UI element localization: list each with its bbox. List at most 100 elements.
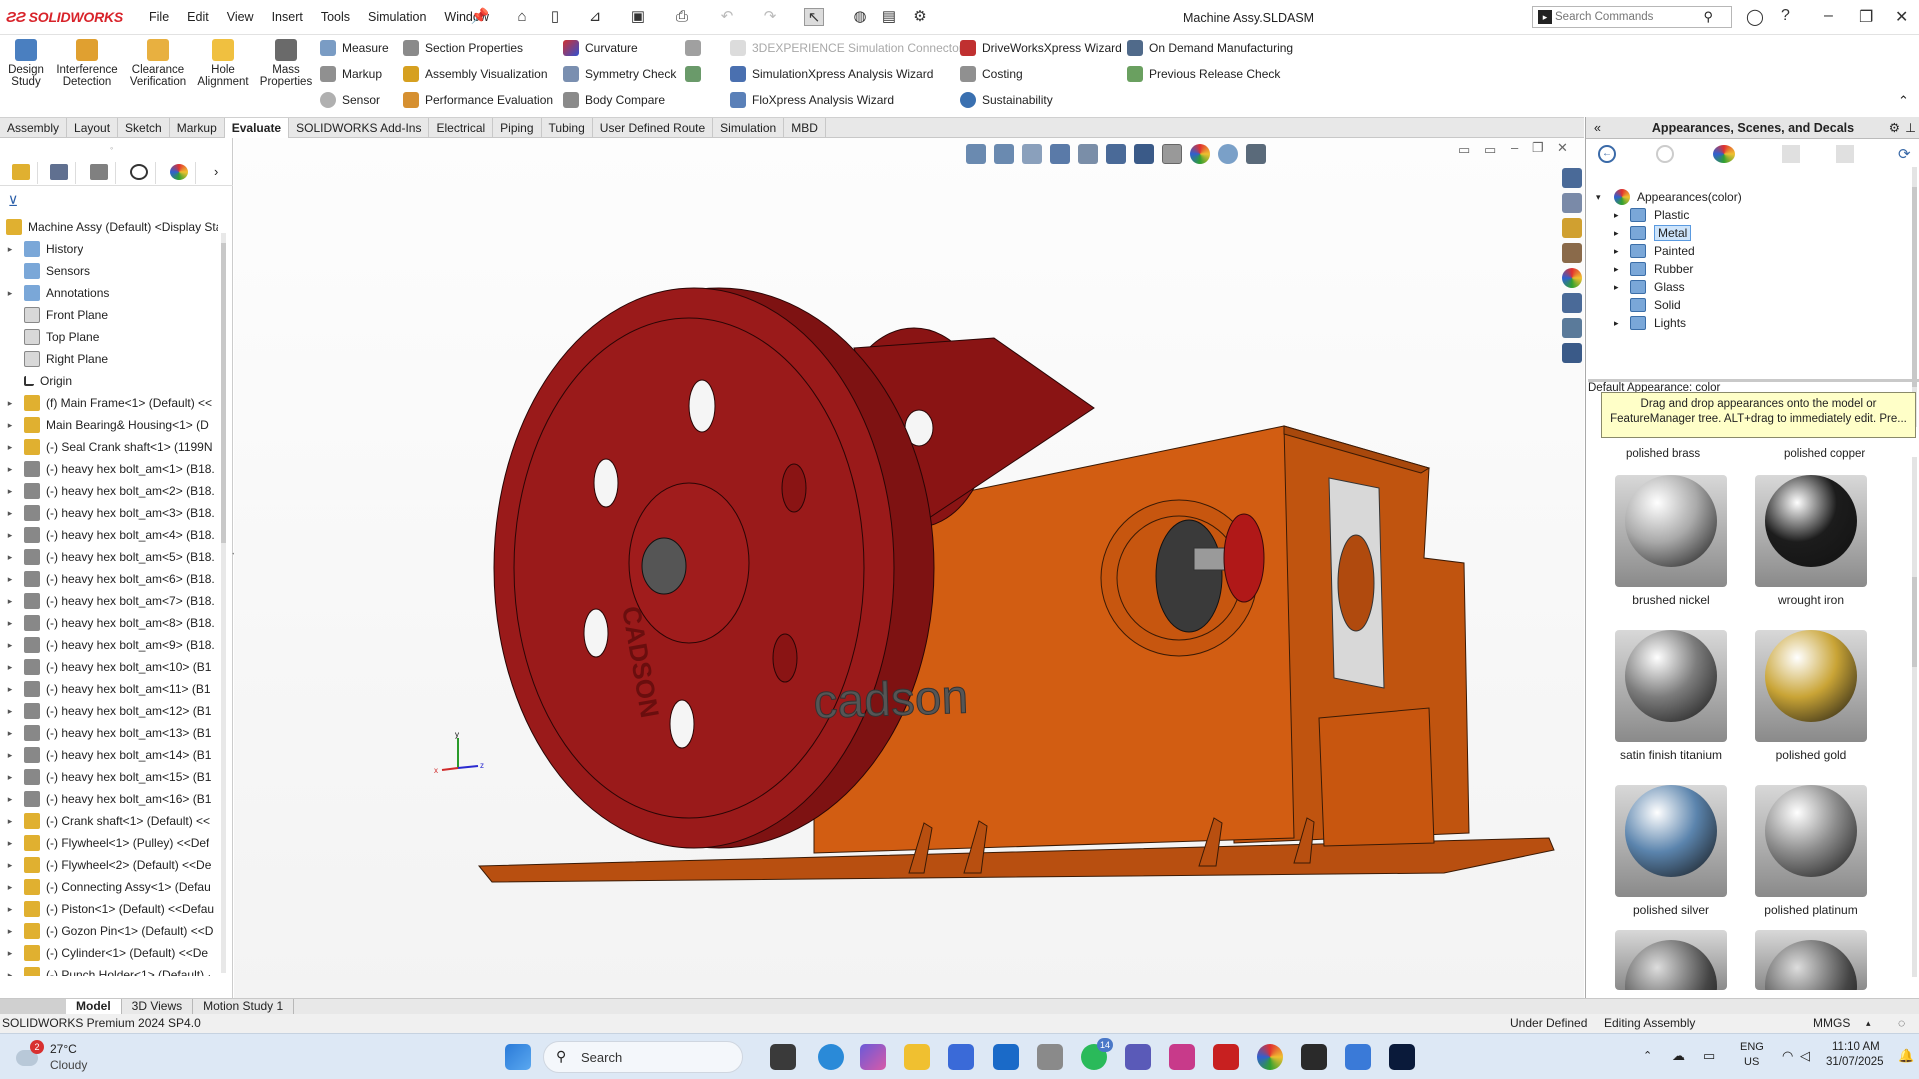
help-icon[interactable]: ? (1781, 7, 1790, 25)
tree-item[interactable]: ▸ (-) Seal Crank shaft<1> (1199N (0, 436, 218, 458)
expand-arrow-icon[interactable]: ▸ (4, 926, 16, 937)
solidworks-resources-icon[interactable] (1562, 168, 1582, 188)
sustainability-button[interactable]: Sustainability (960, 92, 1053, 108)
tree-item[interactable]: ▸ (-) heavy hex bolt_am<11> (B1 (0, 678, 218, 700)
tree-item[interactable]: ▸ (-) Piston<1> (Default) <<Defau (0, 898, 218, 920)
tree-item[interactable]: ▸ (-) heavy hex bolt_am<5> (B18. (0, 546, 218, 568)
outlook-icon[interactable] (993, 1044, 1019, 1070)
floxpress-wizard-button[interactable]: FloXpress Analysis Wizard (730, 92, 894, 108)
tree-item[interactable]: ▸ (-) Crank shaft<1> (Default) << (0, 810, 218, 832)
assembly-visualization-button[interactable]: Assembly Visualization (403, 66, 548, 82)
search-commands-box[interactable]: ▸ ⚲ (1532, 6, 1732, 28)
photoshop-icon[interactable] (1389, 1044, 1415, 1070)
tree-item[interactable]: ▸ Annotations (0, 282, 218, 304)
tree-item[interactable]: ▸ (-) heavy hex bolt_am<3> (B18. (0, 502, 218, 524)
curvature-button[interactable]: Curvature (563, 40, 638, 56)
tab-user-defined-route[interactable]: User Defined Route (593, 118, 714, 138)
appearance-swatch[interactable]: brushed nickel (1601, 465, 1741, 607)
collapse-pane-icon[interactable]: « (1594, 117, 1601, 139)
collapse-arrow-icon[interactable]: ▾ (1596, 192, 1608, 203)
pin-icon[interactable]: 📌 (470, 8, 490, 26)
tab-simulation[interactable]: Simulation (713, 118, 785, 138)
tree-item[interactable]: ▸ (-) heavy hex bolt_am<1> (B18. (0, 458, 218, 480)
expand-arrow-icon[interactable]: ▸ (4, 882, 16, 893)
tab-solidworks-add-ins[interactable]: SOLIDWORKS Add-Ins (289, 118, 430, 138)
expand-arrow-icon[interactable]: ▸ (4, 530, 16, 541)
tree-item[interactable]: ▸ (-) heavy hex bolt_am<9> (B18. (0, 634, 218, 656)
3dexperience-market-icon[interactable] (1562, 343, 1582, 363)
costing-button[interactable]: Costing (960, 66, 1023, 82)
tab-markup[interactable]: Markup (170, 118, 225, 138)
volume-icon[interactable]: ◁ (1800, 1048, 1810, 1064)
microsoft-store-icon[interactable] (948, 1044, 974, 1070)
expand-arrow-icon[interactable]: ▸ (1614, 318, 1626, 329)
appearance-category-metal[interactable]: ▸ Metal (1614, 223, 1692, 243)
minimize-window-icon[interactable]: – (1824, 7, 1833, 25)
tree-item[interactable]: ▸ (-) heavy hex bolt_am<12> (B1 (0, 700, 218, 722)
tree-scrollbar-thumb[interactable] (221, 243, 226, 543)
copilot-icon[interactable] (860, 1044, 886, 1070)
design-study-button[interactable]: Design Study (5, 39, 47, 88)
paint-app-icon[interactable] (1345, 1044, 1371, 1070)
taskbar-search-box[interactable]: ⚲ Search (543, 1041, 743, 1073)
simulationxpress-wizard-button[interactable]: SimulationXpress Analysis Wizard (730, 66, 933, 82)
tab-assembly[interactable]: Assembly (0, 118, 68, 138)
save-icon[interactable]: ▣ (628, 8, 648, 26)
language-code[interactable]: ENG (1740, 1041, 1764, 1053)
custom-properties-icon[interactable] (1562, 293, 1582, 313)
snipping-tool-icon[interactable] (1169, 1044, 1195, 1070)
tab-model[interactable]: Model (66, 999, 122, 1014)
appearance-swatch[interactable]: polished silver (1601, 775, 1741, 917)
expand-arrow-icon[interactable]: ▸ (4, 750, 16, 761)
tree-item[interactable]: ▸ (-) heavy hex bolt_am<10> (B1 (0, 656, 218, 678)
appearance-swatch[interactable] (1601, 930, 1741, 996)
refresh-icon[interactable]: ⟳ (1898, 145, 1916, 163)
tree-item[interactable]: ▸ Main Bearing& Housing<1> (D (0, 414, 218, 436)
interference-detection-button[interactable]: Interference Detection (54, 39, 120, 88)
tree-scrollbar[interactable] (221, 233, 226, 973)
configurationmanager-tab[interactable] (82, 162, 116, 184)
expand-arrow-icon[interactable]: ▸ (4, 420, 16, 431)
tree-item[interactable]: Right Plane (0, 348, 218, 370)
forward-icon[interactable] (1656, 145, 1674, 163)
tab-piping[interactable]: Piping (493, 118, 542, 138)
expand-arrow-icon[interactable]: ▸ (4, 706, 16, 717)
solidworks-taskbar-icon[interactable] (1213, 1044, 1239, 1070)
units-selector[interactable]: MMGS (1813, 1014, 1850, 1033)
calculator-icon[interactable] (1037, 1044, 1063, 1070)
onedrive-icon[interactable]: ☁ (1672, 1048, 1685, 1064)
tree-item[interactable]: ▸ (-) heavy hex bolt_am<8> (B18. (0, 612, 218, 634)
appearance-swatch[interactable]: satin finish titanium (1601, 620, 1741, 762)
open-icon[interactable]: ⊿ (585, 8, 605, 26)
expand-arrow-icon[interactable]: ▸ (4, 794, 16, 805)
expand-arrow-icon[interactable]: ▸ (4, 860, 16, 871)
expand-arrow-icon[interactable]: ▸ (4, 970, 16, 977)
expand-arrow-icon[interactable]: ▸ (4, 640, 16, 651)
appearance-category-plastic[interactable]: ▸ Plastic (1614, 205, 1689, 225)
driveworksxpress-wizard-button[interactable]: DriveWorksXpress Wizard (960, 40, 1122, 56)
expand-arrow-icon[interactable]: ▸ (4, 618, 16, 629)
expand-arrow-icon[interactable]: ▸ (1614, 210, 1626, 221)
tree-item[interactable]: ▸ (-) Cylinder<1> (Default) <<De (0, 942, 218, 964)
swatch-scrollbar[interactable] (1912, 457, 1917, 977)
appearance-category-glass[interactable]: ▸ Glass (1614, 277, 1685, 297)
expand-arrow-icon[interactable]: ▸ (4, 816, 16, 827)
menu-tools[interactable]: Tools (312, 10, 359, 24)
restore-window-icon[interactable]: ❐ (1859, 7, 1873, 27)
traffic-light-icon[interactable]: ◍ (850, 8, 870, 26)
appearance-category-rubber[interactable]: ▸ Rubber (1614, 259, 1693, 279)
tree-item[interactable]: ▸ (-) heavy hex bolt_am<13> (B1 (0, 722, 218, 744)
expand-arrow-icon[interactable]: ▸ (4, 244, 16, 255)
propertymanager-tab[interactable] (42, 162, 76, 184)
monitor-icon[interactable]: ▭ (1703, 1048, 1715, 1064)
appearance-swatch[interactable]: polished platinum (1741, 775, 1881, 917)
tree-item[interactable]: ▸ (-) heavy hex bolt_am<7> (B18. (0, 590, 218, 612)
appearance-swatch[interactable]: polished gold (1741, 620, 1881, 762)
expand-arrow-icon[interactable]: ▸ (1614, 246, 1626, 257)
clearance-verification-button[interactable]: Clearance Verification (126, 39, 190, 88)
hole-alignment-button[interactable]: Hole Alignment (195, 39, 251, 88)
expand-arrow-icon[interactable]: ▸ (4, 596, 16, 607)
edge-browser-icon[interactable] (818, 1044, 844, 1070)
appearances-scenes-icon[interactable] (1562, 268, 1582, 288)
bearing-cover[interactable] (1155, 519, 1223, 633)
